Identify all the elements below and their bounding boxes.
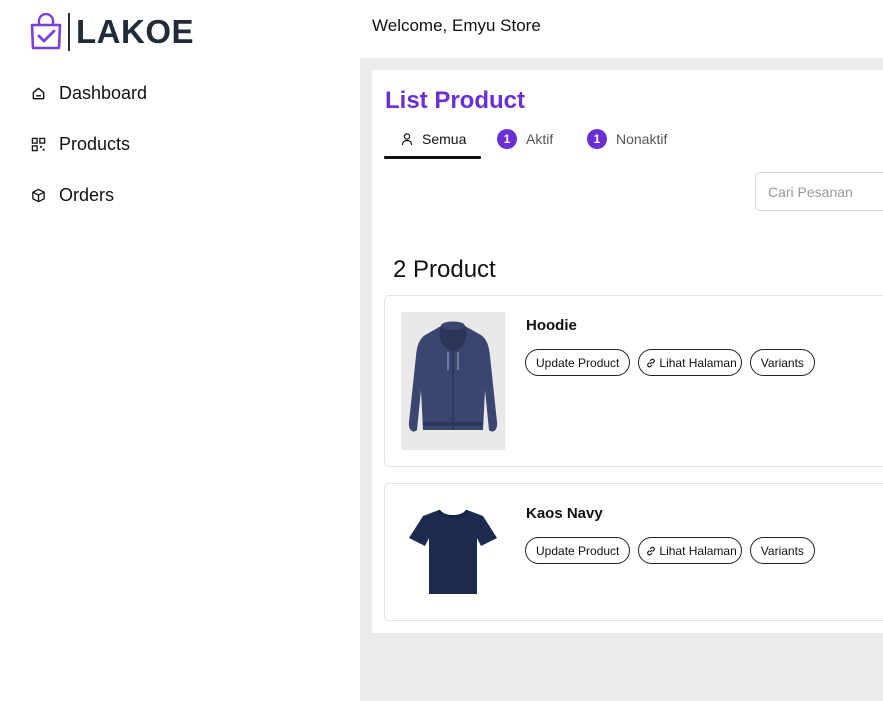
welcome-message: Welcome, Emyu Store: [372, 16, 541, 35]
variants-button[interactable]: Variants: [749, 537, 815, 564]
tab-aktif[interactable]: 1 Aktif: [497, 120, 553, 158]
grid-icon: [30, 137, 46, 153]
view-page-label: Lihat Halaman: [659, 355, 737, 370]
link-icon: [645, 357, 657, 369]
product-name: Hoodie: [526, 317, 577, 334]
user-icon: [401, 133, 413, 146]
product-card-hoodie: Hoodie Update Product Lihat Halaman Vari…: [384, 295, 883, 467]
sidebar: LAKOE Dashboard Products Orders: [0, 0, 360, 701]
view-page-button[interactable]: Lihat Halaman: [638, 349, 742, 376]
product-count: 2 Product: [393, 256, 496, 283]
home-icon: [30, 86, 46, 102]
tab-semua[interactable]: Semua: [400, 120, 466, 158]
variants-button[interactable]: Variants: [749, 349, 815, 376]
box-icon: [30, 188, 46, 204]
sidebar-item-label: Products: [59, 134, 131, 154]
active-tab-indicator: [384, 156, 481, 159]
product-tabs: Semua 1 Aktif 1 Nonaktif: [384, 120, 883, 159]
update-product-button[interactable]: Update Product: [525, 349, 631, 376]
link-icon: [645, 545, 657, 557]
sidebar-item-label: Dashboard: [59, 83, 148, 103]
view-page-label: Lihat Halaman: [659, 543, 737, 558]
view-page-button[interactable]: Lihat Halaman: [638, 537, 742, 564]
navy-hoodie-image: [401, 312, 505, 450]
product-card-kaos-navy: Kaos Navy Update Product Lihat Halaman V…: [384, 483, 883, 621]
sidebar-item-label: Orders: [59, 185, 115, 205]
navy-tshirt-image: [401, 498, 505, 604]
brand-logo[interactable]: LAKOE: [28, 12, 194, 52]
search-input[interactable]: [755, 172, 883, 211]
shopping-bag-check-icon: [30, 13, 62, 50]
logo-divider: [68, 13, 70, 51]
product-actions: Update Product Lihat Halaman Variants: [525, 349, 815, 376]
sidebar-item-products[interactable]: Products: [30, 119, 147, 170]
sidebar-item-dashboard[interactable]: Dashboard: [30, 68, 147, 119]
product-actions: Update Product Lihat Halaman Variants: [525, 537, 815, 564]
tab-label: Nonaktif: [616, 131, 668, 147]
update-product-button[interactable]: Update Product: [525, 537, 631, 564]
page-title: List Product: [385, 87, 526, 114]
sidebar-nav: Dashboard Products Orders: [30, 68, 147, 221]
product-name: Kaos Navy: [526, 505, 603, 522]
brand-name: LAKOE: [76, 13, 194, 50]
tab-nonaktif[interactable]: 1 Nonaktif: [587, 120, 667, 158]
tab-count-badge: 1: [497, 129, 517, 149]
tab-label: Semua: [422, 131, 467, 147]
tab-count-badge: 1: [587, 129, 607, 149]
sidebar-item-orders[interactable]: Orders: [30, 170, 147, 221]
tab-label: Aktif: [526, 131, 554, 147]
